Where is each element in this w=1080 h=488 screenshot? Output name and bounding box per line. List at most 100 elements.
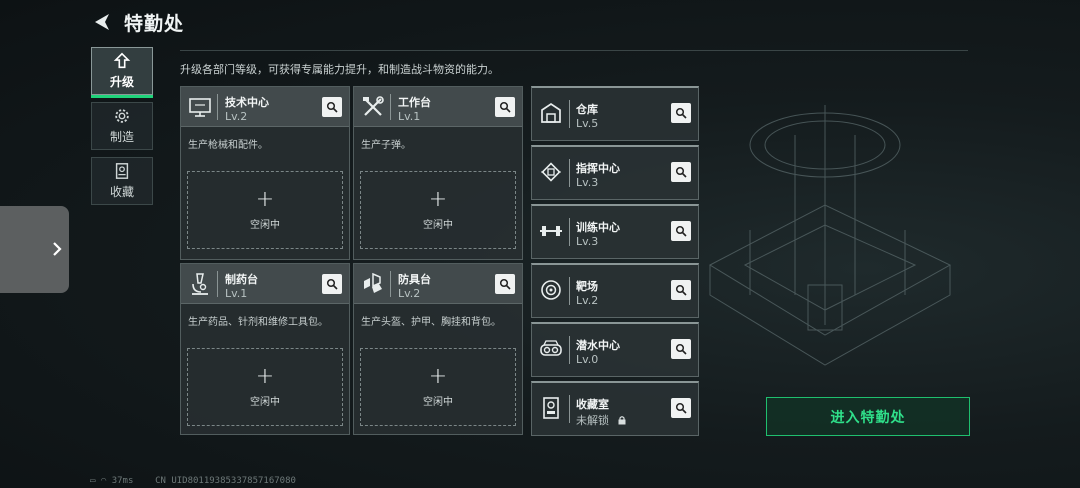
lock-status: 未解锁 (576, 414, 609, 427)
user-uid: CN UID801193853378571670​80 (155, 476, 296, 486)
inspect-button[interactable] (322, 274, 342, 294)
dept-card-armor[interactable]: 防具台 Lv.2 生产头盔、护甲、胸挂和背包。 + 空闲中 (353, 263, 523, 435)
inspect-button[interactable] (495, 274, 515, 294)
side-drawer-toggle[interactable] (0, 206, 69, 293)
collection-icon (115, 163, 129, 179)
dept-description: 生产枪械和配件。 (188, 140, 268, 151)
gear-icon (115, 109, 129, 123)
dept-name: 工作台 (398, 96, 431, 109)
production-slot[interactable]: + 空闲中 (360, 348, 516, 426)
nav-tab-collection[interactable]: 收藏 (91, 157, 153, 205)
production-slot[interactable]: + 空闲中 (187, 171, 343, 249)
card-header: 技术中心 Lv.2 (181, 87, 349, 127)
dept-name: 技术中心 (225, 96, 269, 109)
dept-name: 仓库 (576, 103, 598, 116)
dept-description: 生产头盔、护甲、胸挂和背包。 (361, 317, 501, 328)
slot-status: 空闲中 (423, 397, 453, 408)
dept-name: 指挥中心 (576, 162, 620, 175)
dept-card-diving-center[interactable]: 潜水中心 Lv.0 (531, 322, 699, 377)
inspect-button[interactable] (671, 221, 691, 241)
dept-name: 训练中心 (576, 221, 620, 234)
inspect-button[interactable] (322, 97, 342, 117)
dept-card-warehouse[interactable]: 仓库 Lv.5 (531, 86, 699, 141)
dept-level: Lv.2 (576, 294, 599, 307)
card-separator (390, 271, 391, 297)
plus-icon: + (428, 364, 448, 389)
upgrade-description: 升级各部门等级，可获得专属能力提升，和制造战斗物资的能力。 (180, 63, 499, 76)
dept-level: Lv.1 (225, 287, 248, 300)
dept-level: Lv.3 (576, 176, 599, 189)
chip-icon (541, 162, 561, 182)
production-slot[interactable]: + 空闲中 (187, 348, 343, 426)
nav-tab-craft[interactable]: 制造 (91, 102, 153, 150)
target-icon (541, 280, 561, 300)
dept-card-training-center[interactable]: 训练中心 Lv.3 (531, 204, 699, 259)
dept-level: Lv.5 (576, 117, 599, 130)
search-icon (675, 166, 687, 178)
search-icon (675, 284, 687, 296)
search-icon (675, 107, 687, 119)
ping-value: 37ms (111, 476, 134, 486)
dept-name: 潜水中心 (576, 339, 620, 352)
production-slot[interactable]: + 空闲中 (360, 171, 516, 249)
inspect-button[interactable] (495, 97, 515, 117)
dept-card-tech-center[interactable]: 技术中心 Lv.2 生产枪械和配件。 + 空闲中 (180, 86, 350, 260)
computer-icon (189, 98, 211, 117)
card-separator (569, 336, 570, 364)
dept-level: 未解锁 (576, 412, 627, 428)
dept-card-command-center[interactable]: 指挥中心 Lv.3 (531, 145, 699, 200)
dept-name: 防具台 (398, 273, 431, 286)
diving-mask-icon (540, 340, 562, 356)
dept-name: 靶场 (576, 280, 598, 293)
dept-level: Lv.3 (576, 235, 599, 248)
card-header: 制药台 Lv.1 (181, 264, 349, 304)
base-blueprint-illustration (708, 105, 952, 366)
card-header: 防具台 Lv.2 (354, 264, 522, 304)
dept-card-workbench[interactable]: 工作台 Lv.1 生产子弹。 + 空闲中 (353, 86, 523, 260)
inspect-button[interactable] (671, 103, 691, 123)
dept-level: Lv.2 (398, 287, 421, 300)
slot-status: 空闲中 (250, 220, 280, 231)
search-icon (675, 402, 687, 414)
card-separator (569, 395, 570, 423)
armor-icon (364, 272, 382, 293)
card-header: 工作台 Lv.1 (354, 87, 522, 127)
card-separator (217, 94, 218, 120)
card-separator (217, 271, 218, 297)
slot-status: 空闲中 (423, 220, 453, 231)
dept-card-shooting-range[interactable]: 靶场 Lv.2 (531, 263, 699, 318)
enter-special-ops-button[interactable]: 进入特勤处 (766, 397, 970, 436)
inspect-button[interactable] (671, 162, 691, 182)
dept-name: 收藏室 (576, 398, 609, 411)
trophy-icon (543, 397, 559, 419)
plus-icon: + (255, 187, 275, 212)
dumbbell-icon (540, 226, 562, 236)
dept-level: Lv.2 (225, 110, 248, 123)
inspect-button[interactable] (671, 280, 691, 300)
card-separator (569, 100, 570, 128)
dept-name: 制药台 (225, 273, 258, 286)
inspect-button[interactable] (671, 339, 691, 359)
battery-icon: ▭ (90, 476, 96, 486)
inspect-button[interactable] (671, 398, 691, 418)
dept-card-pharmacy[interactable]: 制药台 Lv.1 生产药品、针剂和维修工具包。 + 空闲中 (180, 263, 350, 435)
lock-icon (618, 416, 625, 425)
card-separator (569, 277, 570, 305)
search-icon (675, 343, 687, 355)
slot-status: 空闲中 (250, 397, 280, 408)
card-separator (569, 218, 570, 246)
status-bar: ▭ ◠ 37ms CN UID801193853378571670​80 (90, 476, 296, 486)
nav-tab-upgrade[interactable]: 升级 (91, 47, 153, 98)
page-title: 特勤处 (124, 13, 185, 35)
search-icon (326, 101, 338, 113)
header-divider (180, 50, 968, 51)
back-icon[interactable] (90, 10, 114, 34)
upgrade-icon (113, 52, 131, 69)
microscope-icon (192, 273, 208, 295)
search-icon (499, 278, 511, 290)
wifi-icon: ◠ (100, 476, 107, 486)
dept-card-collection-room[interactable]: 收藏室 未解锁 (531, 381, 699, 436)
dept-level: Lv.0 (576, 353, 599, 366)
plus-icon: + (255, 364, 275, 389)
card-separator (390, 94, 391, 120)
